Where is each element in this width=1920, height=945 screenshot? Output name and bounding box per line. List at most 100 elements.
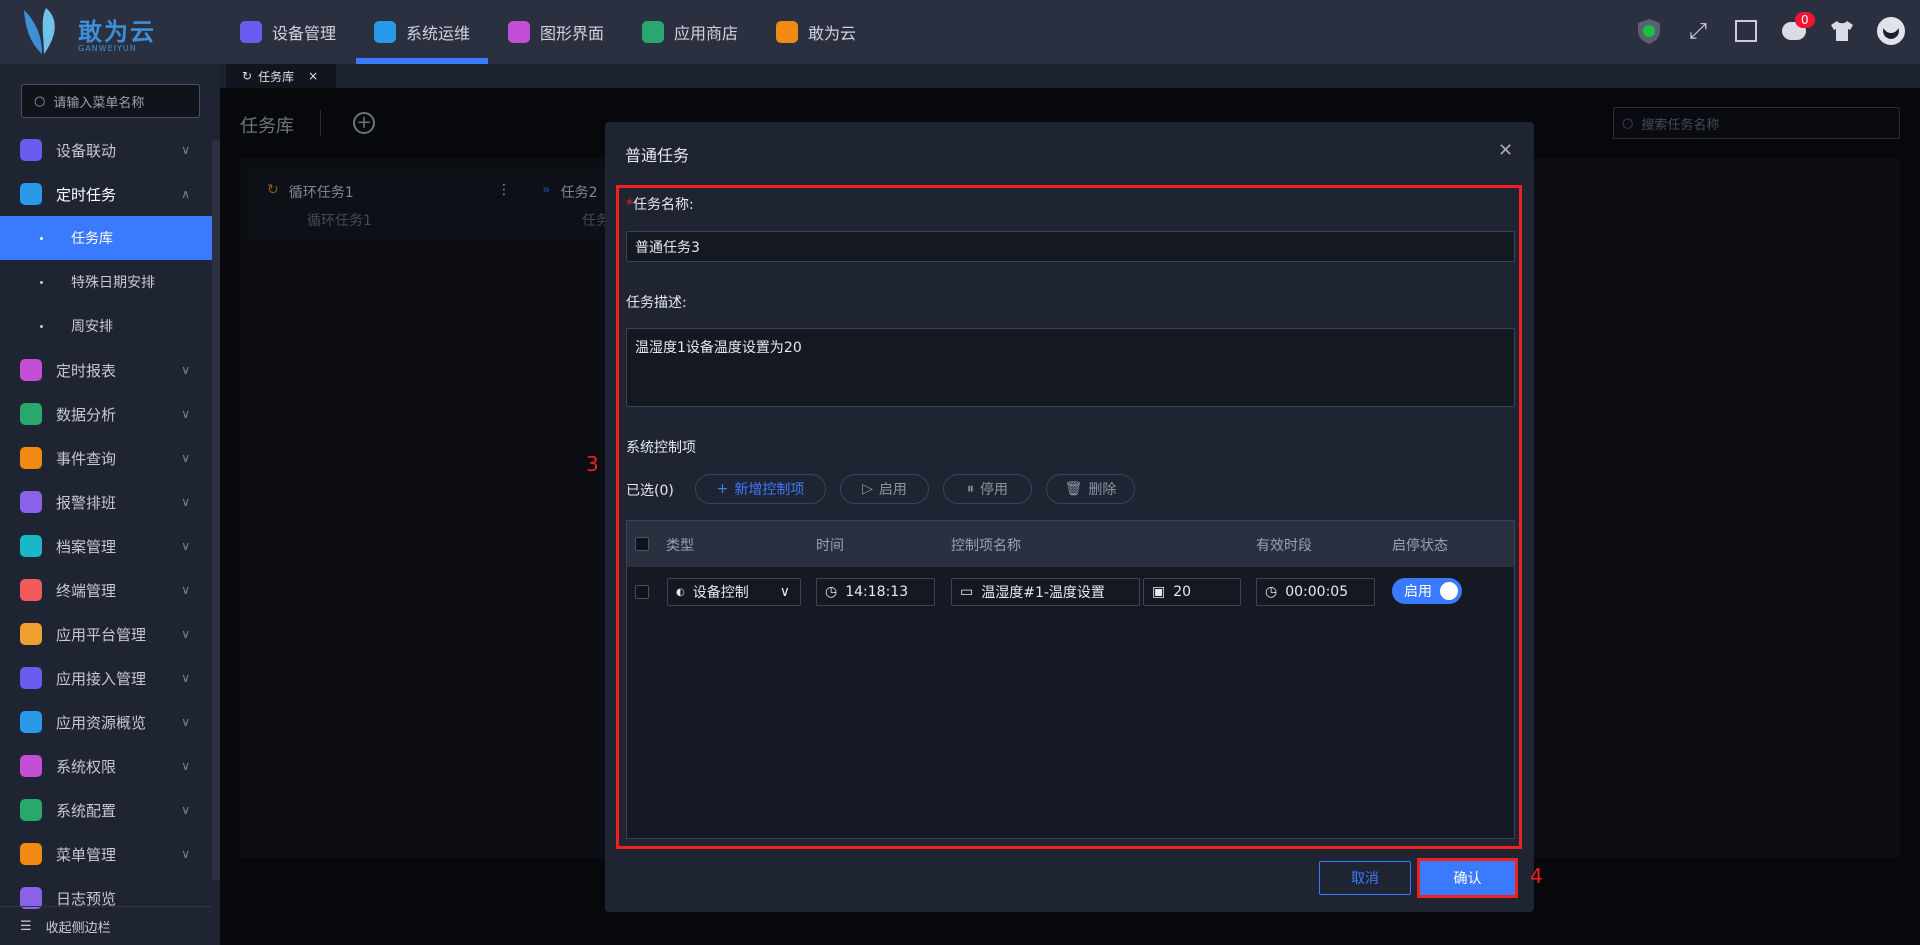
confirm-button[interactable]: 确认 [1417,858,1518,898]
nav-graphics[interactable]: 图形界面 [508,0,604,64]
sidebar-item[interactable]: 档案管理 ∨ [0,524,212,568]
sidebar-item[interactable]: 应用接入管理 ∨ [0,656,212,700]
status-toggle[interactable]: 启用 [1392,578,1462,604]
label: 报警排班 [56,493,117,512]
sidebar-sub-weekly[interactable]: 周安排 [0,304,212,348]
type-select[interactable]: ◐ 设备控制 ∨ [667,578,801,606]
label: 档案管理 [56,537,117,556]
value-input[interactable]: ▣ 20 [1143,578,1241,606]
control-name-input[interactable]: ▭ 温湿度#1-温度设置 [951,578,1140,606]
security-shield-icon[interactable] [1634,16,1664,46]
close-icon[interactable]: ✕ [1498,140,1513,161]
label: 菜单管理 [56,845,117,864]
value: 00:00:05 [1285,584,1349,600]
row-checkbox[interactable] [635,585,649,599]
nav-label: 敢为云 [808,24,857,43]
menu-icon [20,579,42,601]
menu-icon [20,711,42,733]
tab-task-library[interactable]: ↻ 任务库 × [226,64,336,88]
sidebar-item[interactable]: 定时报表 ∨ [0,348,212,392]
avatar[interactable] [1876,16,1906,46]
time-input[interactable]: ◷ 14:18:13 [816,578,935,606]
sidebar-item[interactable]: 事件查询 ∨ [0,436,212,480]
selected-count: 已选(0) [626,483,674,499]
device-icon [240,21,262,43]
label: 应用平台管理 [56,625,147,644]
toggle-knob [1440,582,1458,600]
menu-icon [20,139,42,161]
collapse-sidebar-button[interactable]: ☰ 收起侧边栏 [0,906,212,945]
nav-system-ops[interactable]: 系统运维 [355,0,489,64]
nav-label: 系统运维 [406,24,471,43]
menu-icon [20,359,42,381]
chevron-down-icon: ∨ [181,407,190,421]
label: 周安排 [71,319,113,335]
chevron-down-icon: ∨ [181,715,190,729]
task-name-label: *任务名称: [626,197,694,213]
theme-shirt-icon[interactable] [1827,16,1857,46]
col-period: 有效时段 [1256,538,1312,554]
task-desc-textarea[interactable]: 温湿度1设备温度设置为20 [626,328,1515,407]
menu-icon [20,667,42,689]
device-icon: ▭ [960,584,974,600]
delete-button[interactable]: 🗑 删除 [1046,474,1135,504]
cancel-button[interactable]: 取消 [1319,861,1411,895]
nav-label: 设备管理 [272,24,337,43]
squirrel-icon [776,21,798,43]
sidebar-item-scheduled-tasks[interactable]: 定时任务 ∧ [0,172,212,216]
value: 启用 [1404,584,1432,600]
add-control-button[interactable]: + 新增控制项 [695,474,826,504]
label: 系统权限 [56,757,117,776]
select-all-checkbox[interactable] [635,537,649,551]
close-icon[interactable]: × [308,69,318,83]
menu-icon [20,623,42,645]
fullscreen-icon[interactable]: ⤢ [1683,16,1713,46]
label: 终端管理 [56,581,117,600]
sidebar-item[interactable]: 系统配置 ∨ [0,788,212,832]
clock-icon: ◷ [825,584,838,600]
col-time: 时间 [816,538,844,554]
nav-app-store[interactable]: 应用商店 [642,0,738,64]
sidebar-sub-task-library[interactable]: 任务库 [0,216,212,260]
sidebar-item[interactable]: 应用平台管理 ∨ [0,612,212,656]
nav-label: 图形界面 [540,24,605,43]
menu-search-input[interactable]: ○ 请输入菜单名称 [21,84,200,118]
value: 14:18:13 [845,584,909,600]
sidebar-item[interactable]: 菜单管理 ∨ [0,832,212,876]
enable-button[interactable]: ▷ 启用 [840,474,929,504]
chevron-down-icon: ∨ [181,539,190,553]
clock-icon: ◷ [1265,584,1278,600]
search-placeholder: 请输入菜单名称 [53,95,145,111]
task-name-input[interactable]: 普通任务3 [626,231,1515,262]
sidebar-item-device-linkage[interactable]: 设备联动 ∨ [0,128,212,172]
value: 20 [1173,584,1192,600]
disable-button[interactable]: ⏸ 停用 [943,474,1032,504]
period-input[interactable]: ◷ 00:00:05 [1256,578,1375,606]
label: 停用 [980,482,1008,498]
tab-label: 任务库 [258,69,295,84]
collapse-icon: ☰ [20,918,32,934]
brand-subtitle: GANWEIYUN [78,44,137,53]
step-annotation-4: 4 [1530,864,1543,888]
sidebar-item[interactable]: 数据分析 ∨ [0,392,212,436]
chevron-up-icon: ∧ [181,187,190,201]
sidebar-scrollbar[interactable] [212,140,220,880]
label: 事件查询 [56,449,117,468]
sidebar-item[interactable]: 终端管理 ∨ [0,568,212,612]
label: 应用资源概览 [56,713,147,732]
nav-device-management[interactable]: 设备管理 [240,0,336,64]
chevron-down-icon: ∨ [779,584,790,600]
screen-frame-icon[interactable] [1731,16,1761,46]
sidebar-item[interactable]: 报警排班 ∨ [0,480,212,524]
value-icon: ▣ [1152,584,1166,600]
nav-ganweiyun[interactable]: 敢为云 [776,0,856,64]
dialog-title: 普通任务 [625,146,690,165]
chevron-down-icon: ∨ [181,143,190,157]
nav-label: 应用商店 [674,24,739,43]
label: 系统配置 [56,801,117,820]
menu-icon [20,183,42,205]
store-icon [642,21,664,43]
sidebar-item[interactable]: 应用资源概览 ∨ [0,700,212,744]
sidebar-sub-special-dates[interactable]: 特殊日期安排 [0,260,212,304]
sidebar-item[interactable]: 系统权限 ∨ [0,744,212,788]
